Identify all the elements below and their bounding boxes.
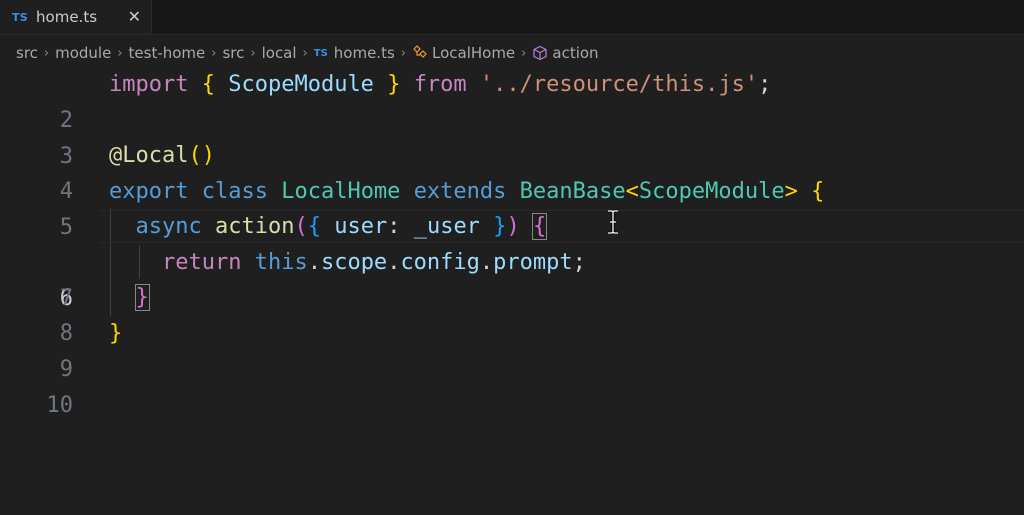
code-line: 10 <box>0 352 1024 418</box>
typescript-icon: TS <box>12 10 29 24</box>
code-line: 5 export class LocalHome extends BeanBas… <box>0 174 1024 240</box>
breadcrumb-item[interactable]: src <box>222 44 244 62</box>
code-line: 4 @Local() <box>0 138 1024 204</box>
breadcrumb-item[interactable]: module <box>55 44 111 62</box>
breadcrumb-item[interactable]: test-home <box>129 44 206 62</box>
code-line: 7 return this.scope.config.prompt; <box>0 245 1024 311</box>
breadcrumb-item[interactable]: local <box>262 44 297 62</box>
chevron-right-icon: › <box>117 45 123 61</box>
code-line: 9 } <box>0 316 1024 382</box>
tab-bar: TS home.ts ✕ <box>0 0 1024 35</box>
breadcrumb-item[interactable]: src <box>16 44 38 62</box>
code-line-active: 6 async action({ user: _user }) { <box>0 209 1024 311</box>
breadcrumb-method[interactable]: action <box>552 44 598 62</box>
breadcrumb: src › module › test-home › src › local ›… <box>0 37 1024 69</box>
breadcrumb-file[interactable]: home.ts <box>334 44 395 62</box>
code-line: 3 <box>0 103 1024 169</box>
typescript-icon: TS <box>313 47 328 59</box>
chevron-right-icon: › <box>400 45 406 61</box>
matched-bracket: } <box>134 284 150 311</box>
tab-label: home.ts <box>36 8 98 26</box>
code-line: 2 import { ScopeModule } from '../resour… <box>0 67 1024 133</box>
tab-home-ts[interactable]: TS home.ts ✕ <box>0 0 152 34</box>
code-editor[interactable]: 2 import { ScopeModule } from '../resour… <box>0 67 1024 515</box>
chevron-right-icon: › <box>302 45 308 61</box>
chevron-right-icon: › <box>43 45 50 61</box>
chevron-right-icon: › <box>250 45 256 61</box>
class-symbol-icon <box>413 45 427 58</box>
matched-bracket: { <box>531 213 548 240</box>
text-cursor-icon <box>608 210 618 234</box>
breadcrumb-class[interactable]: LocalHome <box>432 44 515 62</box>
close-icon[interactable]: ✕ <box>128 7 141 27</box>
chevron-right-icon: › <box>521 45 527 61</box>
line-number: 10 <box>46 393 74 418</box>
method-cube-icon <box>533 45 547 61</box>
code-line: 8 } <box>0 280 1024 346</box>
chevron-right-icon: › <box>211 45 217 61</box>
